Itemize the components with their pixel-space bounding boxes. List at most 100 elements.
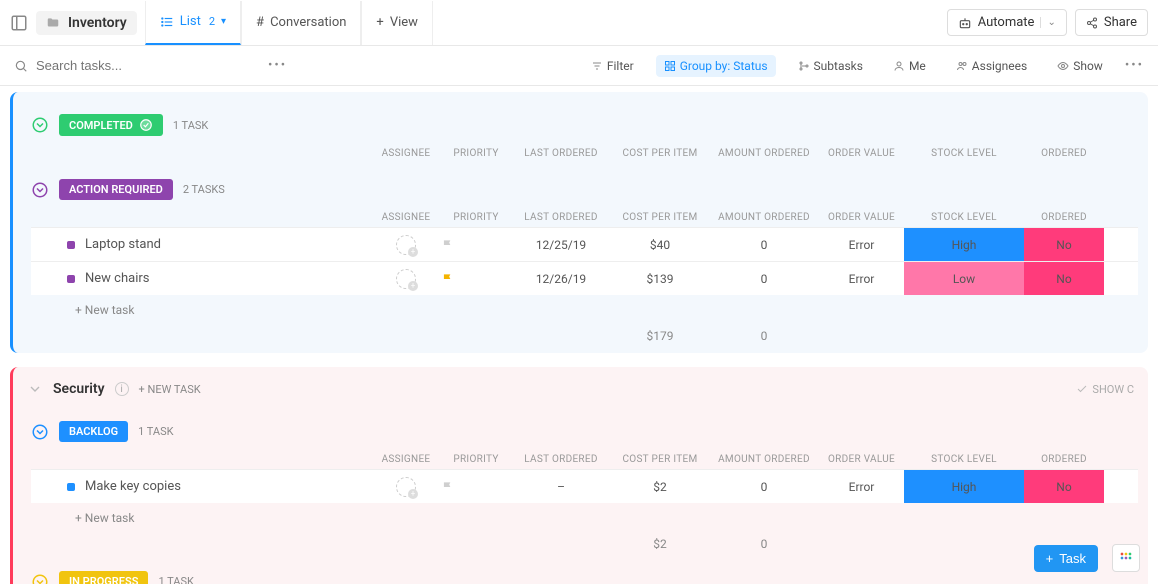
priority-flag-icon[interactable]: [441, 238, 511, 252]
col-ordered: ORDERED: [1024, 144, 1104, 163]
col-amount: AMOUNT ORDERED: [709, 208, 819, 227]
group-by-chip[interactable]: Group by: Status: [656, 55, 776, 77]
columns-header: ASSIGNEE PRIORITY LAST ORDERED COST PER …: [31, 208, 1104, 227]
status-dot-icon: [67, 483, 75, 491]
chevron-down-icon[interactable]: ⌄: [1040, 17, 1055, 28]
section-title: Security: [53, 381, 105, 397]
task-row[interactable]: Make key copies – $2 0 Error High No: [31, 469, 1138, 503]
col-stock: STOCK LEVEL: [904, 208, 1024, 227]
show-closed-label: SHOW C: [1092, 383, 1134, 396]
tab-list[interactable]: List 2 ▾: [145, 1, 241, 45]
cell-stock-level[interactable]: Low: [904, 262, 1024, 295]
col-assignee: ASSIGNEE: [371, 450, 441, 469]
add-task-row[interactable]: + New task: [31, 295, 1138, 325]
cell-amount: 0: [709, 480, 819, 494]
col-stock: STOCK LEVEL: [904, 450, 1024, 469]
chevron-down-icon: ▾: [221, 16, 226, 27]
show-label: Show: [1073, 59, 1103, 73]
cell-last-ordered: 12/25/19: [511, 238, 611, 252]
assignees-label: Assignees: [972, 59, 1027, 73]
status-group: COMPLETED 1 TASK ASSIGNEE PRIORITY LAST …: [31, 108, 1138, 163]
cell-order-value: Error: [819, 272, 904, 286]
cell-ordered[interactable]: No: [1024, 228, 1104, 261]
assignee-avatar-add[interactable]: [396, 235, 416, 255]
content-area: COMPLETED 1 TASK ASSIGNEE PRIORITY LAST …: [0, 86, 1158, 584]
task-name: New chairs: [85, 271, 149, 286]
status-badge[interactable]: COMPLETED: [59, 114, 163, 136]
status-badge[interactable]: BACKLOG: [59, 421, 128, 442]
show-closed-toggle[interactable]: SHOW C: [1076, 383, 1134, 396]
info-icon[interactable]: i: [115, 382, 129, 396]
tab-conversation[interactable]: # Conversation: [241, 1, 361, 45]
me-chip[interactable]: Me: [885, 55, 934, 77]
subtasks-chip[interactable]: Subtasks: [790, 55, 871, 77]
status-label: ACTION REQUIRED: [69, 183, 163, 196]
folder-icon: [46, 16, 60, 30]
apps-button[interactable]: [1112, 544, 1140, 572]
status-label: COMPLETED: [69, 119, 133, 132]
col-cost: COST PER ITEM: [611, 450, 709, 469]
tab-list-count: 2: [209, 15, 215, 28]
status-label: IN PROGRESS: [69, 575, 138, 584]
task-row[interactable]: Laptop stand 12/25/19 $40 0 Error High N…: [31, 227, 1138, 261]
collapse-icon[interactable]: [31, 116, 49, 134]
collapse-icon[interactable]: [27, 381, 43, 397]
col-cost: COST PER ITEM: [611, 208, 709, 227]
top-header: Inventory List 2 ▾ # Conversation + View…: [0, 0, 1158, 46]
status-badge[interactable]: ACTION REQUIRED: [59, 179, 173, 200]
share-button[interactable]: Share: [1075, 9, 1148, 36]
tab-conversation-label: Conversation: [270, 15, 346, 30]
new-task-link[interactable]: + NEW TASK: [139, 383, 201, 396]
add-task-row[interactable]: + New task: [31, 503, 1138, 533]
col-assignee: ASSIGNEE: [371, 208, 441, 227]
col-last-ordered: LAST ORDERED: [511, 144, 611, 163]
priority-flag-icon[interactable]: [441, 480, 511, 494]
tab-add-view[interactable]: + View: [361, 1, 433, 45]
assignees-chip[interactable]: Assignees: [948, 55, 1035, 77]
plus-icon: +: [1046, 551, 1054, 566]
collapse-icon[interactable]: [31, 181, 49, 199]
assignee-avatar-add[interactable]: [396, 269, 416, 289]
col-assignee: ASSIGNEE: [371, 144, 441, 163]
more-icon[interactable]: •••: [268, 58, 287, 73]
task-count: 1 TASK: [138, 425, 173, 438]
cell-order-value: Error: [819, 480, 904, 494]
cell-stock-level[interactable]: High: [904, 228, 1024, 261]
col-amount: AMOUNT ORDERED: [709, 450, 819, 469]
cell-ordered[interactable]: No: [1024, 470, 1104, 503]
col-last-ordered: LAST ORDERED: [511, 208, 611, 227]
more-icon[interactable]: •••: [1125, 58, 1144, 73]
filter-label: Filter: [607, 59, 634, 73]
summary-row: $2 0: [31, 533, 1138, 555]
sidebar-toggle-icon[interactable]: [10, 14, 28, 32]
task-btn-label: Task: [1059, 551, 1086, 566]
automate-label: Automate: [978, 15, 1035, 30]
subtasks-label: Subtasks: [814, 59, 863, 73]
task-row[interactable]: New chairs 12/26/19 $139 0 Error Low No: [31, 261, 1138, 295]
search-icon: [14, 59, 28, 73]
new-task-button[interactable]: + Task: [1034, 545, 1098, 572]
status-dot-icon: [67, 241, 75, 249]
collapse-icon[interactable]: [31, 573, 49, 584]
toolbar: ••• Filter Group by: Status Subtasks Me …: [0, 46, 1158, 86]
check-icon: [139, 118, 153, 132]
cell-stock-level[interactable]: High: [904, 470, 1024, 503]
status-group: IN PROGRESS 1 TASK ASSIGNEE PRIORITY LAS…: [31, 565, 1138, 584]
col-priority: PRIORITY: [441, 208, 511, 227]
col-last-ordered: LAST ORDERED: [511, 450, 611, 469]
automate-button[interactable]: Automate ⌄: [947, 9, 1067, 36]
cell-ordered[interactable]: No: [1024, 262, 1104, 295]
status-badge[interactable]: IN PROGRESS: [59, 571, 148, 584]
search-input[interactable]: [36, 58, 176, 73]
folder-chip[interactable]: Inventory: [36, 11, 137, 35]
me-label: Me: [909, 59, 926, 73]
collapse-icon[interactable]: [31, 423, 49, 441]
filter-chip[interactable]: Filter: [583, 55, 642, 77]
task-count: 1 TASK: [173, 119, 208, 132]
show-chip[interactable]: Show: [1049, 55, 1111, 77]
status-group: ACTION REQUIRED 2 TASKS ASSIGNEE PRIORIT…: [31, 173, 1138, 347]
assignee-avatar-add[interactable]: [396, 477, 416, 497]
priority-flag-icon[interactable]: [441, 272, 511, 286]
task-name: Laptop stand: [85, 237, 161, 252]
col-order-value: ORDER VALUE: [819, 208, 904, 227]
